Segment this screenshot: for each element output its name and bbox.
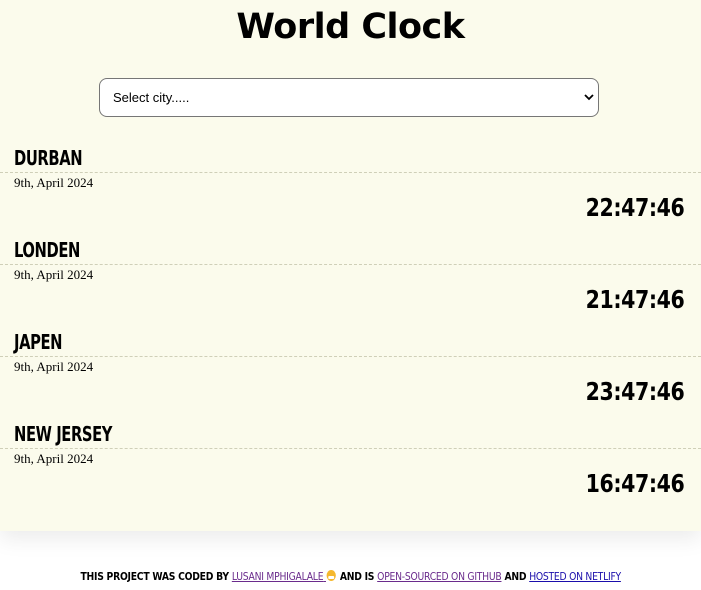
footer-text: THIS PROJECT WAS CODED BY LUSANI MPHIGAL… [80,569,621,585]
city-time: 16:47:46 [585,469,684,498]
city-select-wrapper: Select city..... [99,78,599,117]
footer-middle: AND IS [339,570,375,583]
city-item-londen: LONDEN 9th, April 2024 21:47:46 [0,235,701,327]
city-name: DURBAN [14,146,83,170]
footer: THIS PROJECT WAS CODED BY LUSANI MPHIGAL… [0,569,701,585]
divider [0,356,701,357]
city-date: 9th, April 2024 [14,267,94,282]
city-time: 21:47:46 [585,285,684,314]
city-select[interactable]: Select city..... [99,78,599,117]
footer-prefix: THIS PROJECT WAS CODED BY [80,570,229,583]
netlify-link[interactable]: HOSTED ON NETLIFY [529,570,621,583]
page-title: World Clock [236,7,465,47]
footer-and: AND [504,570,527,583]
page: World Clock Select city..... DURBAN 9th,… [0,0,701,590]
grinning-face-icon [326,570,336,581]
divider [0,172,701,173]
city-item-new-jersey: NEW JERSEY 9th, April 2024 16:47:46 [0,419,701,511]
city-date: 9th, April 2024 [14,175,94,190]
divider [0,448,701,449]
city-date: 9th, April 2024 [14,359,94,374]
city-time: 22:47:46 [585,193,684,222]
city-name: JAPEN [14,330,63,354]
city-name: NEW JERSEY [14,422,113,446]
city-time: 23:47:46 [585,377,684,406]
author-link-label: LUSANI MPHIGALALE [231,570,324,583]
city-item-japen: JAPEN 9th, April 2024 23:47:46 [0,327,701,419]
city-date: 9th, April 2024 [14,451,94,466]
city-name: LONDEN [14,238,80,262]
city-item-durban: DURBAN 9th, April 2024 22:47:46 [0,143,701,235]
github-link[interactable]: OPEN-SOURCED ON GITHUB [377,570,502,583]
author-link[interactable]: LUSANI MPHIGALALE [232,570,337,583]
world-clock-container: World Clock Select city..... DURBAN 9th,… [0,0,701,531]
divider [0,264,701,265]
